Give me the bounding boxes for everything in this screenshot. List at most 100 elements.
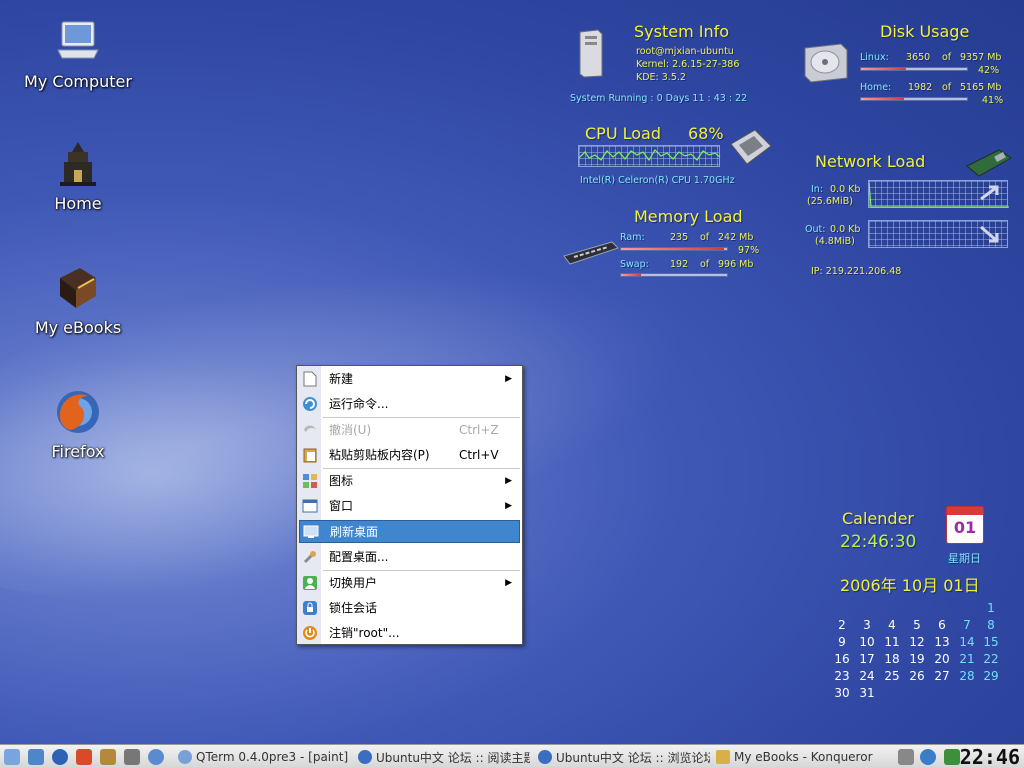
ebook-tray-icon[interactable] [944, 749, 960, 765]
menu-item-configure-desktop[interactable]: 配置桌面... [299, 545, 520, 568]
paste-icon [300, 445, 320, 465]
calendar-day[interactable]: 4 [882, 618, 902, 632]
calendar-day[interactable]: 5 [907, 618, 927, 632]
calendar-day[interactable]: 26 [907, 669, 927, 683]
calendar-day[interactable]: 18 [882, 652, 902, 666]
calendar-day[interactable]: 9 [832, 635, 852, 649]
my-computer-label: My Computer [24, 72, 132, 91]
menu-item-new[interactable]: 新建 ▶ [299, 367, 520, 390]
network-out-graph [868, 220, 1008, 248]
system-info-kde: KDE: 3.5.2 [636, 72, 686, 83]
system-uptime: System Running : 0 Days 11 : 43 : 22 [570, 93, 748, 104]
calendar-day[interactable]: 20 [932, 652, 952, 666]
system-info-title: System Info [634, 22, 730, 41]
disk-linux-percent: 42% [978, 65, 1000, 76]
network-load-title: Network Load [815, 152, 926, 171]
globe-icon [538, 750, 552, 764]
qterm-tray-icon[interactable] [920, 749, 936, 765]
menu-item-run-command[interactable]: 运行命令... [299, 392, 520, 415]
calendar-day[interactable]: 8 [981, 618, 1001, 632]
calendar-day[interactable]: 12 [907, 635, 927, 649]
my-ebooks-shortcut[interactable]: My eBooks [13, 264, 143, 337]
disk-home-bar-fill [861, 98, 905, 100]
k-menu-icon[interactable] [4, 749, 20, 765]
submenu-arrow-icon: ▶ [505, 577, 512, 588]
menu-item-windows-label: 窗口 [329, 499, 354, 513]
memory-ram-used: 235 [670, 232, 689, 243]
tools-icon[interactable] [124, 749, 140, 765]
calendar-day[interactable]: 24 [857, 669, 877, 683]
calendar-day[interactable]: 22 [981, 652, 1001, 666]
menu-item-icons-label: 图标 [329, 474, 354, 488]
calendar-day[interactable]: 13 [932, 635, 952, 649]
memory-module-icon [562, 240, 620, 266]
calendar-day[interactable]: 14 [957, 635, 977, 649]
calendar-day[interactable]: 27 [932, 669, 952, 683]
calendar-day[interactable]: 3 [857, 618, 877, 632]
calendar-day[interactable]: 15 [981, 635, 1001, 649]
network-card-icon [965, 148, 1013, 180]
calendar-day[interactable]: 23 [832, 669, 852, 683]
disk-home-name: Home: [860, 82, 892, 93]
menu-item-icons[interactable]: 图标 ▶ [299, 469, 520, 492]
undo-icon [300, 420, 320, 440]
calendar-day[interactable]: 31 [857, 686, 877, 700]
task-forum-browse[interactable]: Ubuntu中文 论坛 :: 浏览论坛 [538, 748, 710, 766]
calendar-day[interactable]: 7 [957, 618, 977, 632]
task-konqueror[interactable]: My eBooks - Konqueror [716, 748, 892, 766]
firefox-shortcut[interactable]: Firefox [13, 388, 143, 461]
task-konqueror-label: My eBooks - Konqueror [734, 750, 873, 764]
menu-item-windows[interactable]: 窗口 ▶ [299, 494, 520, 517]
menu-item-paste[interactable]: 粘贴剪贴板内容(P) Ctrl+V [299, 443, 520, 466]
calendar-day[interactable]: 29 [981, 669, 1001, 683]
calendar-day[interactable]: 11 [882, 635, 902, 649]
memory-ram-bar-fill [621, 248, 724, 250]
calendar-day[interactable]: 21 [957, 652, 977, 666]
calendar-day[interactable]: 25 [882, 669, 902, 683]
editor-icon[interactable] [100, 749, 116, 765]
network-out-rate: 0.0 Kb [830, 224, 861, 235]
menu-item-switch-user[interactable]: 切换用户 ▶ [299, 571, 520, 594]
calendar-day[interactable]: 16 [832, 652, 852, 666]
menu-item-paste-label: 粘贴剪贴板内容(P) [329, 448, 430, 462]
disk-home-used: 1982 [908, 82, 933, 93]
my-ebooks-label: My eBooks [34, 318, 122, 337]
menu-item-lock-session[interactable]: 锁住会话 [299, 596, 520, 619]
cpu-load-title: CPU Load [585, 124, 661, 143]
laptop-icon [54, 18, 102, 66]
my-computer-shortcut[interactable]: My Computer [13, 18, 143, 91]
calendar-day[interactable]: 1 [981, 601, 1001, 615]
menu-item-refresh-desktop[interactable]: 刷新桌面 [299, 520, 520, 543]
menu-item-undo-label: 撤消(U) [329, 423, 372, 437]
task-forum-topic[interactable]: Ubuntu中文 论坛 :: 阅读主题 [358, 748, 530, 766]
memory-swap-bar-fill [621, 274, 642, 276]
printer-tray-icon[interactable] [898, 749, 914, 765]
pdf-reader-icon[interactable] [76, 749, 92, 765]
calendar-time: 22:46:30 [840, 532, 917, 552]
menu-item-refresh-desktop-label: 刷新桌面 [330, 525, 379, 539]
calendar-day[interactable]: 6 [932, 618, 952, 632]
menu-item-undo[interactable]: 撤消(U) Ctrl+Z [299, 418, 520, 441]
hard-disk-icon [801, 40, 849, 86]
memory-ram-total: 242 Mb [718, 232, 754, 243]
calendar-day[interactable]: 30 [832, 686, 852, 700]
calendar-day[interactable]: 19 [907, 652, 927, 666]
menu-item-logout[interactable]: 注销"root"... [299, 621, 520, 644]
task-qterm[interactable]: QTerm 0.4.0pre3 - [paint] [178, 748, 352, 766]
home-folder-icon[interactable] [28, 749, 44, 765]
network-in-label: In: [811, 184, 824, 195]
network-icon[interactable] [148, 749, 164, 765]
cpu-name: Intel(R) Celeron(R) CPU 1.70GHz [580, 175, 735, 186]
browser-icon[interactable] [52, 749, 68, 765]
home-label: Home [54, 194, 102, 213]
memory-swap-label: Swap: [620, 259, 649, 270]
taskbar-clock[interactable]: 22:46 [960, 745, 1020, 768]
disk-home-of: of [942, 82, 952, 93]
calendar-day[interactable]: 2 [832, 618, 852, 632]
calendar-day[interactable]: 10 [857, 635, 877, 649]
submenu-arrow-icon: ▶ [505, 475, 512, 486]
windows-icon [300, 496, 320, 516]
home-shortcut[interactable]: Home [13, 140, 143, 213]
calendar-day[interactable]: 28 [957, 669, 977, 683]
calendar-day[interactable]: 17 [857, 652, 877, 666]
